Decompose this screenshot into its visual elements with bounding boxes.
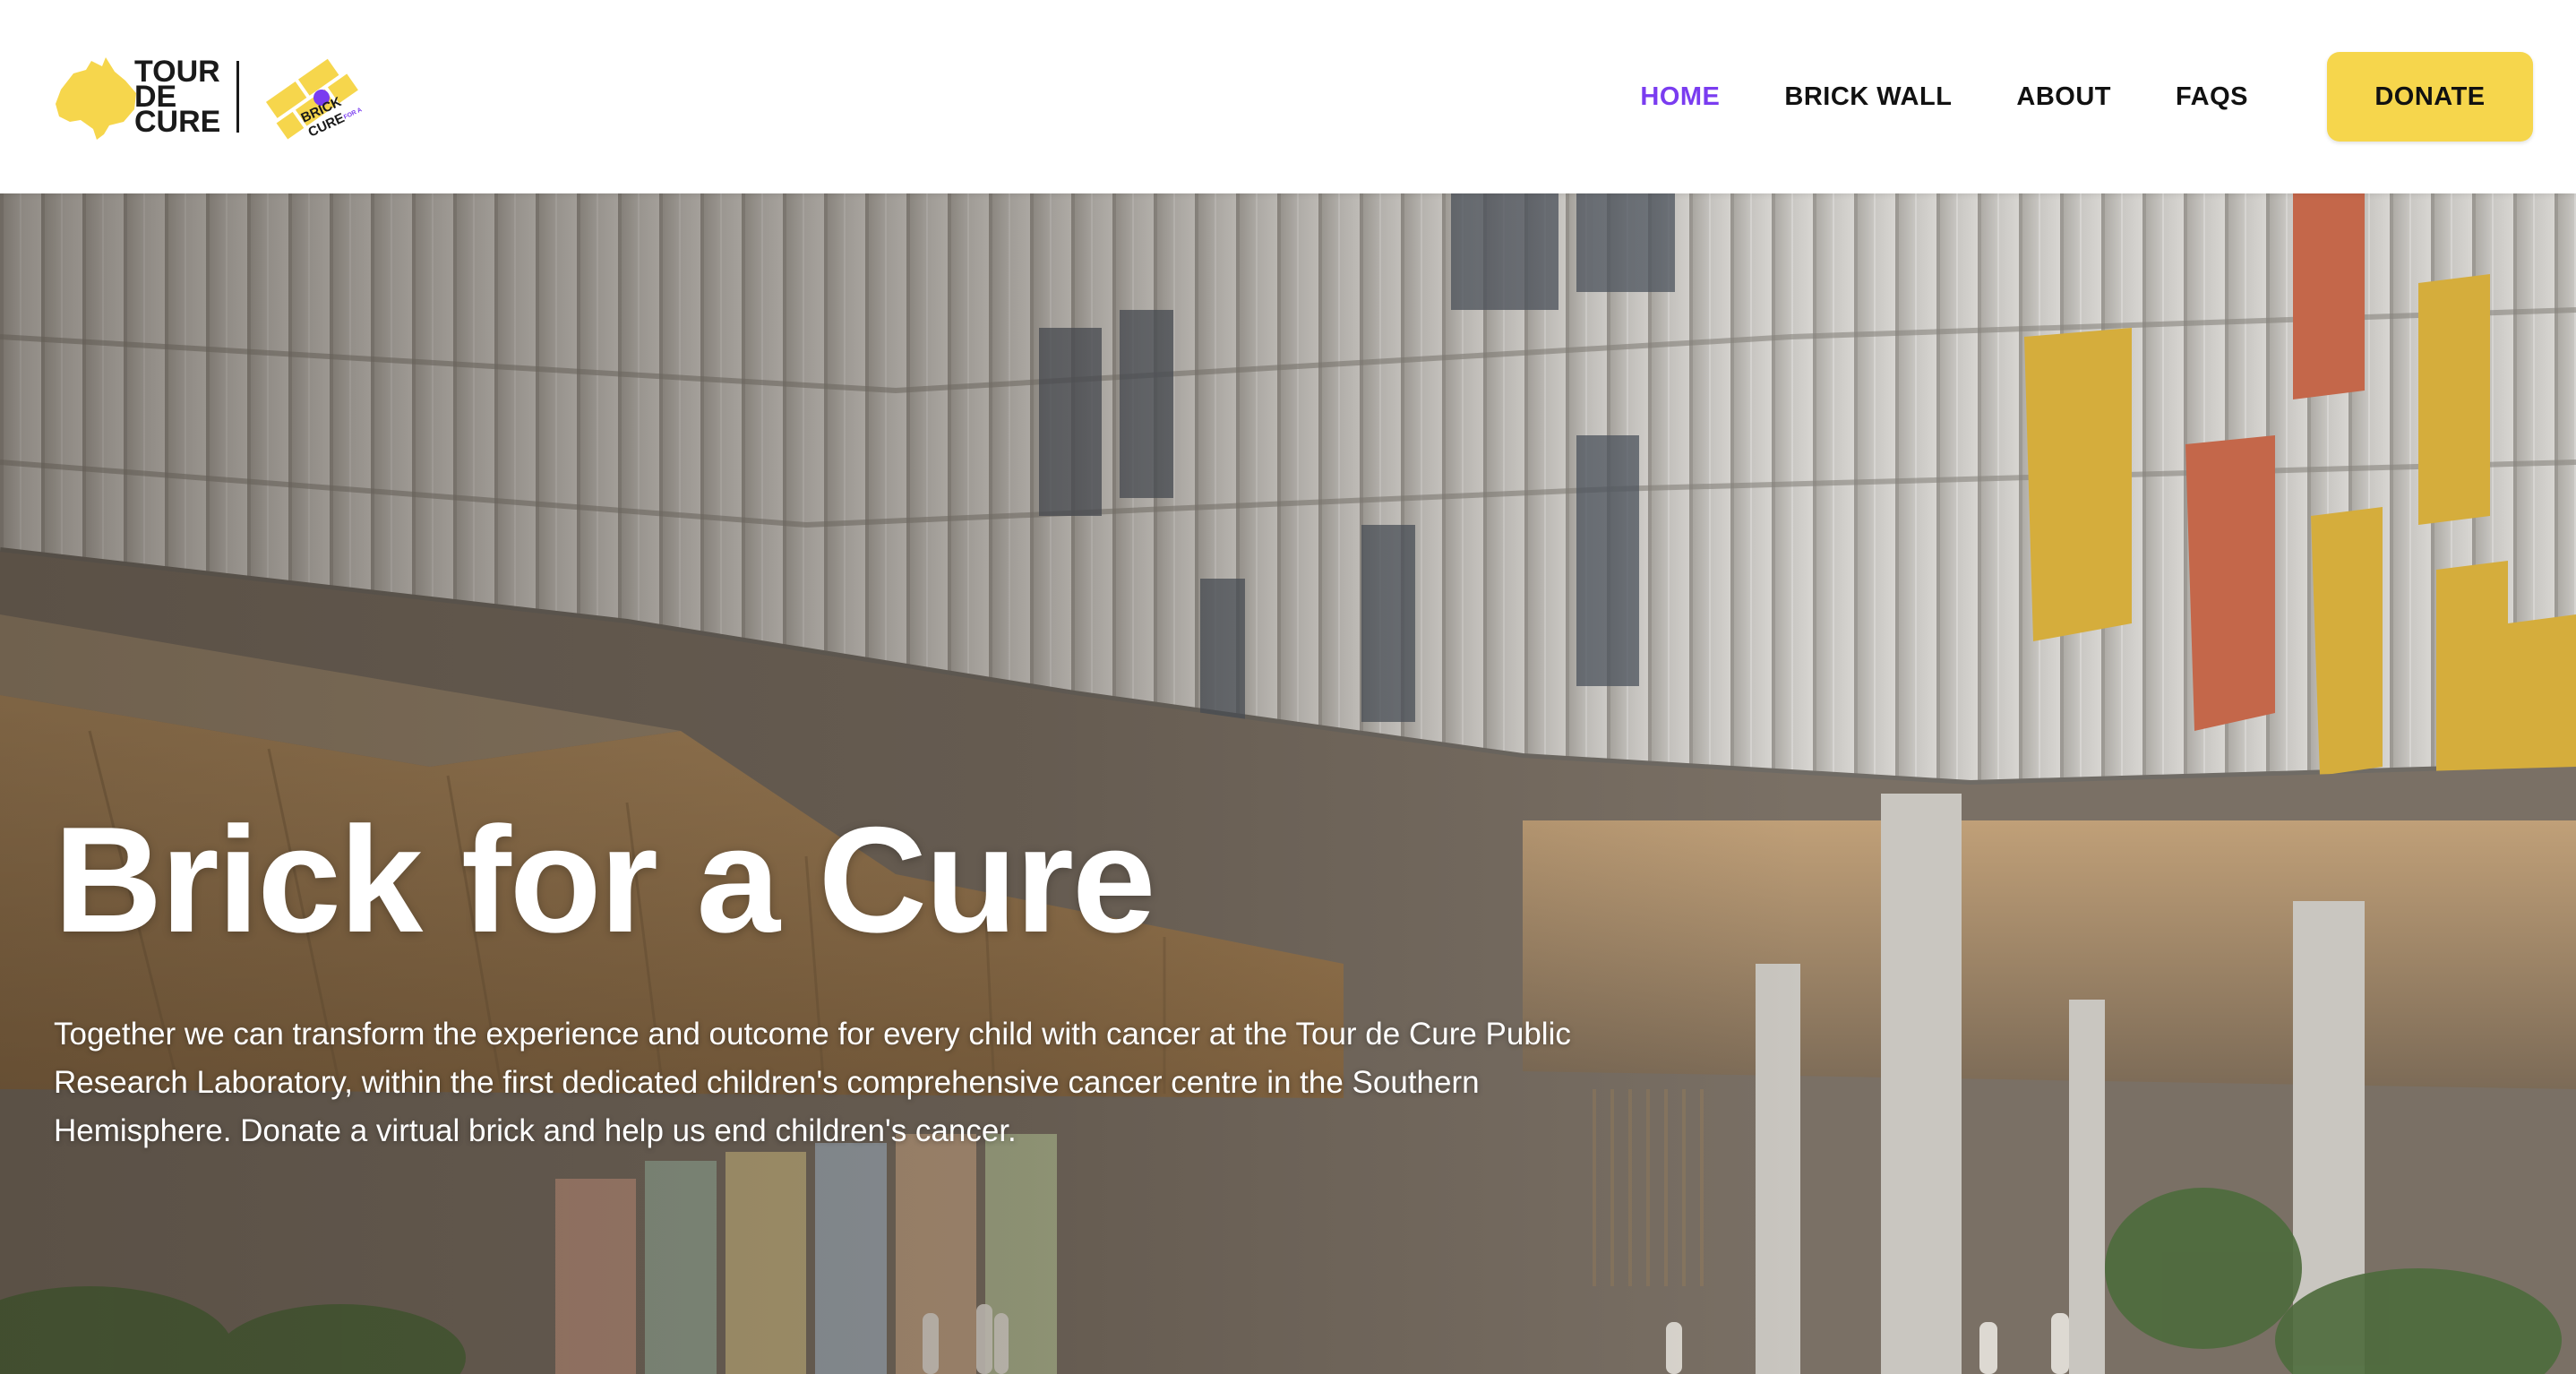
brick-for-a-cure-logo[interactable]: BRICK CURE FOR A bbox=[259, 47, 366, 146]
tour-de-cure-logo[interactable]: TOUR DE CURE bbox=[54, 54, 220, 140]
main-nav: HOME BRICK WALL ABOUT FAQS DONATE bbox=[1576, 52, 2533, 142]
nav-brick-wall-link[interactable]: BRICK WALL bbox=[1784, 82, 1952, 112]
bfac-logo-for-a: FOR A bbox=[343, 107, 363, 120]
hero-title: Brick for a Cure bbox=[54, 795, 1155, 964]
australia-map-icon bbox=[56, 57, 136, 140]
hero-overlay bbox=[0, 193, 2576, 1374]
logo-group[interactable]: TOUR DE CURE BRICK CURE FOR A bbox=[54, 30, 366, 164]
nav-home-link[interactable]: HOME bbox=[1640, 82, 1720, 112]
nav-about-link[interactable]: ABOUT bbox=[2016, 82, 2111, 112]
tour-de-cure-wordmark: TOUR DE CURE bbox=[134, 56, 221, 139]
hero-description: Together we can transform the experience… bbox=[54, 1017, 1571, 1148]
site-header: TOUR DE CURE BRICK CURE FOR A HOME BRICK… bbox=[0, 0, 2576, 193]
donate-button[interactable]: DONATE bbox=[2327, 52, 2533, 142]
nav-faqs-link[interactable]: FAQS bbox=[2176, 82, 2248, 112]
logo-divider bbox=[236, 61, 240, 133]
logo-line-cure: CURE bbox=[134, 105, 221, 139]
hero-section: Brick for a Cure Together we can transfo… bbox=[0, 193, 2576, 1374]
